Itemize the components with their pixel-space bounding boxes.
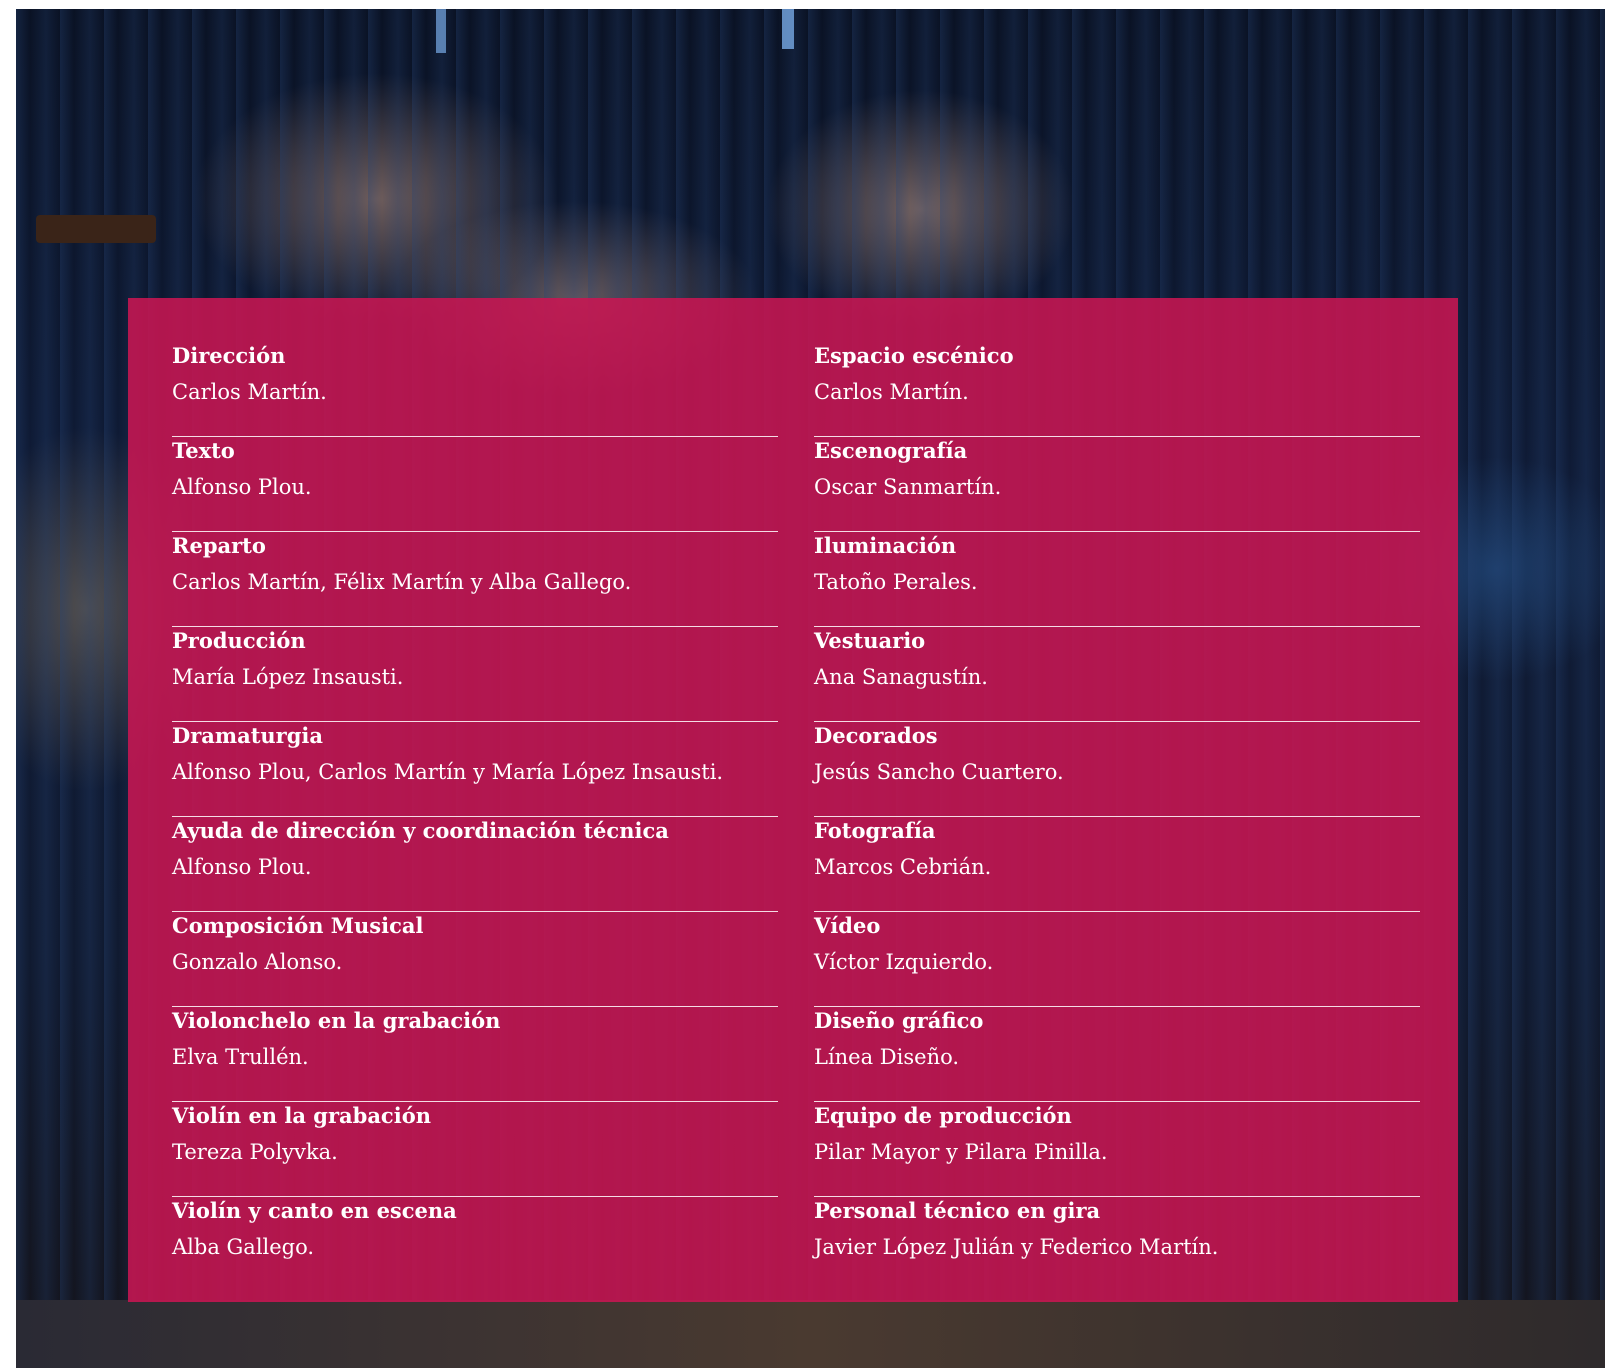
credit-name: Víctor Izquierdo.	[814, 950, 994, 974]
credit-name: Carlos Martín, Félix Martín y Alba Galle…	[172, 570, 632, 594]
credit-entry: Vestuario Ana Sanagustín.	[814, 627, 1420, 722]
credit-entry: Decorados Jesús Sancho Cuartero.	[814, 722, 1420, 817]
credit-name: María López Insausti.	[172, 665, 404, 689]
photo-stage-light	[782, 9, 794, 49]
credit-name: Elva Trullén.	[172, 1045, 309, 1069]
credit-entry: Reparto Carlos Martín, Félix Martín y Al…	[172, 532, 778, 627]
credit-entry: Texto Alfonso Plou.	[172, 437, 778, 532]
credit-role: Ayuda de dirección y coordinación técnic…	[172, 818, 669, 843]
credit-role: Personal técnico en gira	[814, 1198, 1101, 1223]
credit-role: Iluminación	[814, 533, 957, 558]
photo-floor	[16, 1300, 1605, 1368]
credit-entry: Dramaturgia Alfonso Plou, Carlos Martín …	[172, 722, 778, 817]
photo-chair-detail	[36, 215, 156, 243]
credit-entry: Violín en la grabación Tereza Polyvka.	[172, 1102, 778, 1197]
credit-name: Carlos Martín.	[172, 380, 327, 404]
credit-role: Violonchelo en la grabación	[172, 1008, 501, 1033]
credit-name: Alfonso Plou, Carlos Martín y María Lópe…	[172, 760, 724, 784]
credit-role: Vídeo	[814, 913, 881, 938]
credit-entry: Ayuda de dirección y coordinación técnic…	[172, 817, 778, 912]
credit-entry: Personal técnico en gira Javier López Ju…	[814, 1197, 1420, 1292]
credit-name: Javier López Julián y Federico Martín.	[814, 1235, 1219, 1259]
credit-role: Decorados	[814, 723, 938, 748]
credits-panel: Dirección Carlos Martín. Texto Alfonso P…	[128, 298, 1458, 1302]
credit-name: Pilar Mayor y Pilara Pinilla.	[814, 1140, 1108, 1164]
credit-role: Producción	[172, 628, 306, 653]
credit-name: Marcos Cebrián.	[814, 855, 992, 879]
credit-name: Alba Gallego.	[172, 1235, 315, 1259]
credit-role: Espacio escénico	[814, 343, 1014, 368]
credit-entry: Diseño gráfico Línea Diseño.	[814, 1007, 1420, 1102]
credit-name: Oscar Sanmartín.	[814, 475, 1002, 499]
credit-role: Reparto	[172, 533, 266, 558]
credit-role: Texto	[172, 438, 235, 463]
credit-entry: Escenografía Oscar Sanmartín.	[814, 437, 1420, 532]
credit-entry: Equipo de producción Pilar Mayor y Pilar…	[814, 1102, 1420, 1197]
credit-entry: Violín y canto en escena Alba Gallego.	[172, 1197, 778, 1292]
credit-role: Violín y canto en escena	[172, 1198, 457, 1223]
credit-entry: Composición Musical Gonzalo Alonso.	[172, 912, 778, 1007]
photo-stage-light	[436, 9, 446, 53]
credit-role: Dirección	[172, 343, 286, 368]
credit-role: Composición Musical	[172, 913, 424, 938]
credit-name: Ana Sanagustín.	[814, 665, 988, 689]
credit-name: Carlos Martín.	[814, 380, 969, 404]
credit-name: Gonzalo Alonso.	[172, 950, 343, 974]
page: Dirección Carlos Martín. Texto Alfonso P…	[0, 0, 1605, 1368]
credit-entry: Fotografía Marcos Cebrián.	[814, 817, 1420, 912]
credit-role: Vestuario	[814, 628, 926, 653]
credit-name: Tereza Polyvka.	[172, 1140, 338, 1164]
credit-role: Equipo de producción	[814, 1103, 1072, 1128]
credits-column-left: Dirección Carlos Martín. Texto Alfonso P…	[172, 342, 778, 1292]
credit-entry: Iluminación Tatoño Perales.	[814, 532, 1420, 627]
credit-role: Violín en la grabación	[172, 1103, 431, 1128]
credits-column-right: Espacio escénico Carlos Martín. Escenogr…	[814, 342, 1420, 1292]
credit-name: Tatoño Perales.	[814, 570, 978, 594]
credit-entry: Vídeo Víctor Izquierdo.	[814, 912, 1420, 1007]
credit-entry: Espacio escénico Carlos Martín.	[814, 342, 1420, 437]
credit-name: Jesús Sancho Cuartero.	[814, 760, 1064, 784]
credit-entry: Producción María López Insausti.	[172, 627, 778, 722]
credit-role: Escenografía	[814, 438, 968, 463]
credit-role: Diseño gráfico	[814, 1008, 984, 1033]
credit-name: Alfonso Plou.	[172, 855, 312, 879]
credit-entry: Violonchelo en la grabación Elva Trullén…	[172, 1007, 778, 1102]
credit-role: Dramaturgia	[172, 723, 324, 748]
credit-name: Línea Diseño.	[814, 1045, 960, 1069]
credit-name: Alfonso Plou.	[172, 475, 312, 499]
credit-entry: Dirección Carlos Martín.	[172, 342, 778, 437]
credit-role: Fotografía	[814, 818, 936, 843]
